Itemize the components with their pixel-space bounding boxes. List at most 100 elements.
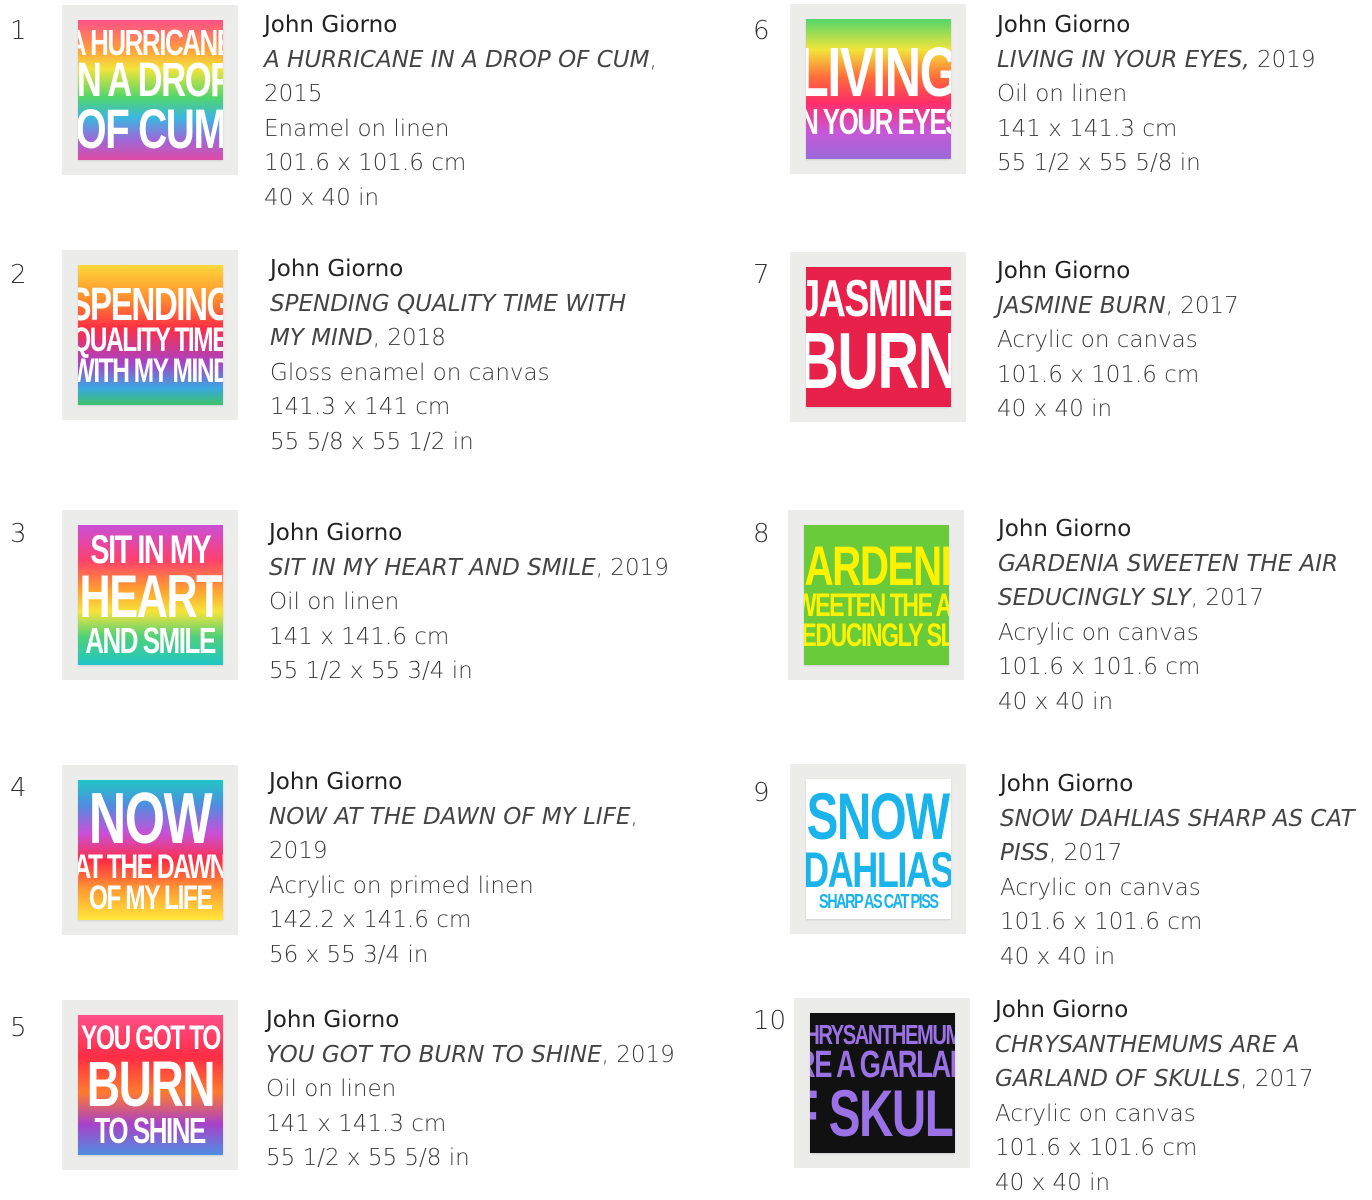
artwork-title[interactable]: SEDUCINGLY SLY bbox=[998, 585, 1191, 611]
artwork-thumbnail[interactable]: GARDENIASWEETEN THE AIRSEDUCINGLY SLY bbox=[788, 510, 964, 680]
artwork-dimensions-in: 56 x 55 3/4 in bbox=[269, 938, 638, 973]
title-line: 2015 bbox=[264, 77, 657, 112]
item-number: 4 bbox=[10, 775, 27, 801]
artwork-caption: John Giorno YOU GOT TO BURN TO SHINE, 201… bbox=[266, 1003, 675, 1176]
artwork-medium: Oil on linen bbox=[269, 585, 669, 620]
title-line: GARLAND OF SKULLS, 2017 bbox=[995, 1062, 1313, 1097]
artwork-thumbnail[interactable]: LIVINGIN YOUR EYES bbox=[790, 4, 966, 174]
artwork-year: 2019 bbox=[1250, 47, 1316, 73]
item-number: 9 bbox=[753, 780, 770, 806]
item-number: 3 bbox=[10, 521, 27, 547]
artwork-medium: Enamel on linen bbox=[264, 112, 657, 147]
item-number: 2 bbox=[10, 262, 27, 288]
artist-name[interactable]: John Giorno bbox=[269, 765, 638, 800]
artwork-year: , 2017 bbox=[1191, 585, 1264, 611]
artwork-title[interactable]: JASMINE BURN bbox=[997, 293, 1166, 319]
artwork-medium: Acrylic on canvas bbox=[997, 323, 1239, 358]
artwork-text: BURN bbox=[806, 324, 951, 398]
artwork-text: TO SHINE bbox=[95, 1114, 205, 1147]
title-line: MY MIND, 2018 bbox=[270, 321, 626, 356]
artwork-text: IN YOUR EYES bbox=[806, 105, 951, 138]
artist-name[interactable]: John Giorno bbox=[997, 254, 1239, 289]
artwork-image: A HURRICANEIN A DROPOF CUM bbox=[78, 20, 223, 160]
artwork-text: OF CUM bbox=[78, 103, 223, 155]
artwork-title[interactable]: LIVING IN YOUR EYES, bbox=[997, 47, 1250, 73]
artwork-text: SPENDING bbox=[78, 283, 223, 325]
artist-name[interactable]: John Giorno bbox=[270, 252, 626, 287]
artwork-title[interactable]: GARLAND OF SKULLS bbox=[995, 1066, 1240, 1092]
artwork-image: SPENDINGQUALITY TIMEWITH MY MIND bbox=[78, 265, 223, 405]
artwork-year: , 2019 bbox=[602, 1042, 675, 1068]
artwork-title[interactable]: GARDENIA SWEETEN THE AIR bbox=[998, 551, 1338, 577]
artwork-caption: John GiornoNOW AT THE DAWN OF MY LIFE,20… bbox=[269, 765, 638, 972]
artwork-medium: Acrylic on canvas bbox=[995, 1097, 1313, 1132]
artwork-dimensions-cm: 141 x 141.3 cm bbox=[266, 1107, 675, 1142]
artwork-title[interactable]: NOW AT THE DAWN OF MY LIFE bbox=[269, 804, 630, 830]
artwork-caption: John GiornoSIT IN MY HEART AND SMILE, 20… bbox=[269, 516, 669, 689]
artwork-text: OF MY LIFE bbox=[89, 883, 212, 914]
artwork-title[interactable]: SPENDING QUALITY TIME WITH bbox=[270, 291, 626, 317]
artwork-year: , bbox=[630, 804, 637, 830]
artwork-text: BURN bbox=[86, 1055, 213, 1114]
artwork-medium: Gloss enamel on canvas bbox=[270, 356, 626, 391]
item-number: 8 bbox=[753, 521, 770, 547]
item-number: 10 bbox=[753, 1008, 786, 1034]
artwork-year: , 2018 bbox=[373, 325, 446, 351]
artwork-title[interactable]: A HURRICANE IN A DROP OF CUM bbox=[264, 47, 649, 73]
artist-name[interactable]: John Giorno bbox=[1000, 767, 1355, 802]
artwork-title[interactable]: PISS bbox=[1000, 840, 1049, 866]
artwork-year: , 2019 bbox=[596, 555, 669, 581]
item-number: 5 bbox=[10, 1015, 27, 1041]
artist-name[interactable]: John Giorno bbox=[998, 512, 1338, 547]
artwork-text: SNOW bbox=[807, 786, 949, 847]
title-line: A HURRICANE IN A DROP OF CUM, bbox=[264, 43, 657, 78]
artwork-image: SNOWDAHLIASSHARP AS CAT PISS bbox=[806, 779, 951, 919]
artwork-dimensions-cm: 141 x 141.3 cm bbox=[997, 112, 1316, 147]
artwork-caption: John Giorno SPENDING QUALITY TIME WITH MY … bbox=[270, 252, 626, 459]
artwork-title[interactable]: YOU GOT TO BURN TO SHINE bbox=[266, 1042, 602, 1068]
artist-name[interactable]: John Giorno bbox=[995, 993, 1313, 1028]
title-line: SEDUCINGLY SLY, 2017 bbox=[998, 581, 1338, 616]
artwork-image: YOU GOT TOBURNTO SHINE bbox=[78, 1015, 223, 1155]
artwork-thumbnail[interactable]: SPENDINGQUALITY TIMEWITH MY MIND bbox=[62, 250, 238, 420]
artwork-dimensions-in: 40 x 40 in bbox=[997, 392, 1239, 427]
artwork-image: LIVINGIN YOUR EYES bbox=[806, 19, 951, 159]
artist-name[interactable]: John Giorno bbox=[269, 516, 669, 551]
artwork-image: GARDENIASWEETEN THE AIRSEDUCINGLY SLY bbox=[804, 525, 949, 665]
artist-name[interactable]: John Giorno bbox=[997, 8, 1316, 43]
artwork-thumbnail[interactable]: SIT IN MYHEARTAND SMILE bbox=[62, 510, 238, 680]
artwork-text: SEDUCINGLY SLY bbox=[804, 621, 949, 650]
artwork-image: SIT IN MYHEARTAND SMILE bbox=[78, 525, 223, 665]
artwork-thumbnail[interactable]: A HURRICANEIN A DROPOF CUM bbox=[62, 5, 238, 175]
title-line: NOW AT THE DAWN OF MY LIFE, bbox=[269, 800, 638, 835]
artwork-thumbnail[interactable]: SNOWDAHLIASSHARP AS CAT PISS bbox=[790, 764, 966, 934]
artwork-thumbnail[interactable]: NOWAT THE DAWNOF MY LIFE bbox=[62, 765, 238, 935]
artwork-caption: John GiornoJASMINE BURN, 2017Acrylic on … bbox=[997, 254, 1239, 427]
artwork-year: , 2017 bbox=[1240, 1066, 1313, 1092]
artwork-caption: John Giorno GARDENIA SWEETEN THE AIR SEDUC… bbox=[998, 512, 1338, 719]
title-line: LIVING IN YOUR EYES, 2019 bbox=[997, 43, 1316, 78]
artwork-title[interactable]: MY MIND bbox=[270, 325, 373, 351]
artwork-image: NOWAT THE DAWNOF MY LIFE bbox=[78, 780, 223, 920]
artwork-title[interactable]: CHRYSANTHEMUMS ARE A bbox=[995, 1032, 1300, 1058]
item-number: 6 bbox=[753, 18, 770, 44]
artwork-dimensions-cm: 142.2 x 141.6 cm bbox=[269, 903, 638, 938]
artwork-text: NOW bbox=[89, 786, 211, 852]
title-line: JASMINE BURN, 2017 bbox=[997, 289, 1239, 324]
artwork-thumbnail[interactable]: YOU GOT TOBURNTO SHINE bbox=[62, 1000, 238, 1170]
artwork-thumbnail[interactable]: JASMINEBURN bbox=[790, 252, 966, 422]
artwork-text: WITH MY MIND bbox=[78, 356, 223, 387]
artwork-image: CHRYSANTHEMUMSARE A GARLANDOF SKULLS bbox=[810, 1013, 955, 1153]
artwork-dimensions-in: 40 x 40 in bbox=[995, 1166, 1313, 1200]
artwork-thumbnail[interactable]: CHRYSANTHEMUMSARE A GARLANDOF SKULLS bbox=[794, 998, 970, 1168]
artist-name[interactable]: John Giorno bbox=[264, 8, 657, 43]
artwork-text: SHARP AS CAT PISS bbox=[819, 893, 937, 911]
artwork-title[interactable]: SIT IN MY HEART AND SMILE bbox=[269, 555, 596, 581]
artwork-dimensions-cm: 141 x 141.6 cm bbox=[269, 620, 669, 655]
artwork-medium: Acrylic on canvas bbox=[1000, 871, 1355, 906]
artwork-text: AND SMILE bbox=[85, 624, 215, 657]
artwork-title[interactable]: SNOW DAHLIAS SHARP AS CAT bbox=[1000, 806, 1355, 832]
title-line: SIT IN MY HEART AND SMILE, 2019 bbox=[269, 551, 669, 586]
artist-name[interactable]: John Giorno bbox=[266, 1003, 675, 1038]
title-line: 2019 bbox=[269, 834, 638, 869]
